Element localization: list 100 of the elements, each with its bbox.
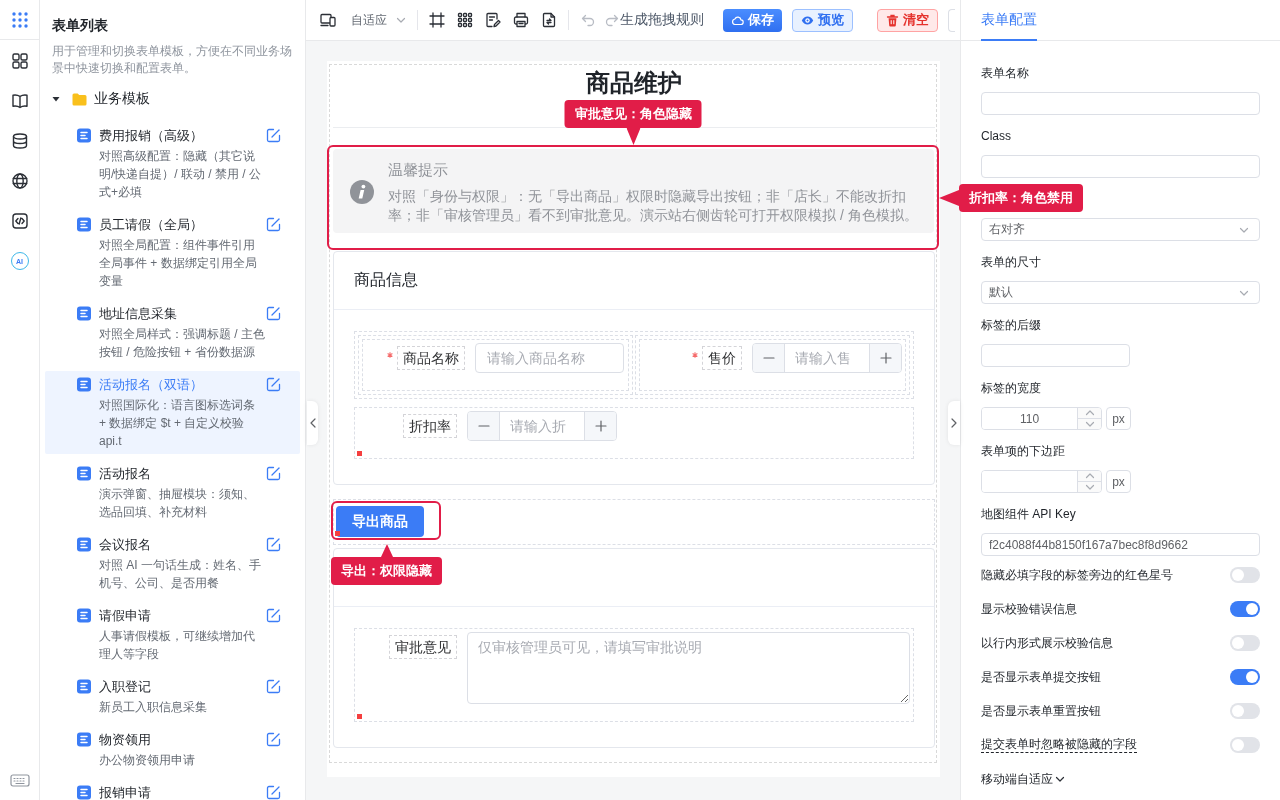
- printer-icon[interactable]: [513, 12, 529, 28]
- document-icon: [77, 679, 91, 694]
- number-stepper[interactable]: 请输入售: [752, 343, 902, 373]
- devices-icon[interactable]: [320, 12, 336, 28]
- export-button[interactable]: 导出商品: [336, 506, 424, 537]
- template-item[interactable]: 请假申请 人事请假模板，可继续增加代理人等字段: [45, 602, 300, 667]
- annotation-callout: 导出：权限隐藏: [331, 557, 442, 585]
- template-description: 对照高级配置：隐藏（其它说明/快递自提）/ 联动 / 禁用 / 公式+必填: [99, 148, 262, 201]
- text-input[interactable]: 请输入商品名称: [475, 343, 624, 373]
- frame-icon[interactable]: [429, 12, 445, 28]
- document-icon: [77, 466, 91, 481]
- template-item[interactable]: 员工请假（全局） 对照全局配置：组件事件引用全局事件 + 数据绑定引用全局变量: [45, 211, 300, 294]
- edit-icon[interactable]: [266, 537, 281, 552]
- number-stepper[interactable]: 请输入折: [467, 411, 617, 441]
- chevron-right-icon[interactable]: [951, 418, 957, 428]
- collapse-toggle[interactable]: 移动端自适应: [981, 771, 1065, 787]
- unit-label: px: [1106, 407, 1131, 430]
- template-item[interactable]: 地址信息采集 对照全局样式：强调标题 / 主色按钮 / 危险按钮 + 省份数据源: [45, 300, 300, 365]
- toggle-switch[interactable]: [1230, 737, 1260, 753]
- chevron-up-icon[interactable]: [1084, 408, 1095, 418]
- chevron-down-icon: [396, 15, 406, 25]
- document-icon: [77, 537, 91, 552]
- preview-button[interactable]: 预览: [792, 8, 853, 32]
- template-item[interactable]: 费用报销（高级） 对照高级配置：隐藏（其它说明/快递自提）/ 联动 / 禁用 / 公式+必填: [45, 122, 300, 205]
- edit-icon[interactable]: [266, 217, 281, 232]
- toggle-switch[interactable]: [1230, 669, 1260, 685]
- field-label: 折扣率: [403, 414, 457, 438]
- edit-icon[interactable]: [266, 608, 281, 623]
- setting-label: 隐藏必填字段的标签旁边的红色星号: [981, 567, 1173, 583]
- template-description: 演示弹窗、抽屉模块：须知、选品回填、补充材料: [99, 486, 256, 521]
- textarea-field[interactable]: 仅审核管理员可见，请填写审批说明: [467, 632, 910, 704]
- text-input[interactable]: [981, 155, 1260, 178]
- select-field[interactable]: 右对齐: [981, 218, 1260, 241]
- toggle-switch[interactable]: [1230, 567, 1260, 583]
- template-title: 请假申请: [99, 608, 152, 623]
- panel-tab[interactable]: 表单配置: [981, 0, 1037, 41]
- decrement-button[interactable]: [753, 344, 785, 372]
- database-icon[interactable]: [10, 132, 29, 150]
- edit-icon[interactable]: [266, 306, 281, 321]
- book-icon[interactable]: [10, 92, 29, 110]
- squares-grid-icon[interactable]: [10, 52, 29, 70]
- increment-button[interactable]: [584, 412, 616, 440]
- template-description: 对照国际化：语言图标选词条 + 数据绑定 $t + 自定义校验 api.t: [99, 397, 256, 450]
- document-icon: [77, 732, 91, 747]
- template-title: 物资领用: [99, 732, 152, 747]
- edit-icon[interactable]: [266, 377, 281, 392]
- device-mode-select[interactable]: 自适应: [351, 11, 406, 29]
- edit-icon[interactable]: [266, 732, 281, 747]
- keyboard-icon[interactable]: [9, 774, 30, 787]
- text-input[interactable]: [981, 92, 1260, 115]
- chevron-down-icon[interactable]: [1084, 482, 1095, 492]
- template-item[interactable]: 活动报名（双语） 对照国际化：语言图标选词条 + 数据绑定 $t + 自定义校验 api.t: [45, 371, 300, 454]
- caret-down-icon[interactable]: [52, 95, 60, 103]
- setting-label: 提交表单时忽略被隐藏的字段: [981, 737, 1137, 753]
- edit-icon[interactable]: [266, 128, 281, 143]
- setting-label: 标签的宽度: [981, 380, 1042, 397]
- chevron-up-icon[interactable]: [1084, 471, 1095, 481]
- folder-icon: [72, 92, 87, 106]
- template-item[interactable]: 活动报名 演示弹窗、抽屉模块：须知、选品回填、补充材料: [45, 460, 300, 525]
- template-title: 会议报名: [99, 537, 152, 552]
- generate-rules-button[interactable]: 生成拖拽规则: [620, 11, 704, 29]
- sidebar-title: 表单列表: [52, 16, 109, 35]
- edit-icon[interactable]: [266, 466, 281, 481]
- document-edit-icon[interactable]: [485, 12, 501, 28]
- edit-icon[interactable]: [266, 785, 281, 800]
- toggle-switch[interactable]: [1230, 601, 1260, 617]
- sidebar-description: 用于管理和切换表单模板，方便在不同业务场景中快速切换和配置表单。: [52, 43, 293, 77]
- template-description: 新员工入职信息采集: [99, 699, 208, 716]
- apps-grid-icon[interactable]: [10, 10, 29, 29]
- decrement-button[interactable]: [468, 412, 500, 440]
- text-input[interactable]: [981, 344, 1130, 367]
- template-item[interactable]: 报销申请: [45, 779, 300, 800]
- select-field[interactable]: 默认: [981, 281, 1260, 304]
- chevron-left-icon[interactable]: [309, 418, 316, 428]
- edit-icon[interactable]: [266, 679, 281, 694]
- toggle-switch[interactable]: [1230, 703, 1260, 719]
- code-icon[interactable]: [10, 212, 29, 230]
- cloud-icon: [731, 13, 744, 27]
- text-input[interactable]: f2c4088f44b8150f167a7bec8f8d9662: [981, 533, 1260, 556]
- save-button[interactable]: 保存: [723, 8, 782, 32]
- template-description: 对照全局样式：强调标题 / 主色按钮 / 危险按钮 + 省份数据源: [99, 326, 266, 361]
- alert-text: 对照「身份与权限」：无「导出商品」权限时隐藏导出按钮；非「店长」不能改折扣率；非「审核管理员」看不到审批意见。演示站右侧齿轮可打开权限模拟 / 角色模拟。: [388, 187, 919, 225]
- template-item[interactable]: 物资领用 办公物资领用申请: [45, 726, 300, 773]
- field-label: 售价: [702, 346, 742, 370]
- clear-button[interactable]: 清空: [877, 8, 938, 32]
- number-stepper[interactable]: 110: [981, 407, 1102, 430]
- template-title: 费用报销（高级）: [99, 128, 204, 143]
- document-arrow-icon[interactable]: [541, 12, 557, 28]
- template-description: 办公物资领用申请: [99, 752, 196, 769]
- template-item[interactable]: 入职登记 新员工入职信息采集: [45, 673, 300, 720]
- document-icon: [77, 608, 91, 623]
- chevron-down-icon[interactable]: [1084, 419, 1095, 429]
- toggle-switch[interactable]: [1230, 635, 1260, 651]
- globe-icon[interactable]: [10, 172, 29, 190]
- template-item[interactable]: 会议报名 对照 AI 一句话生成：姓名、手机号、公司、是否用餐: [45, 531, 300, 596]
- chevron-down-icon: [1055, 774, 1065, 784]
- tree-folder[interactable]: 业务模板: [40, 88, 305, 110]
- template-title: 报销申请: [99, 785, 152, 800]
- increment-button[interactable]: [869, 344, 901, 372]
- grid-icon[interactable]: [457, 12, 473, 28]
